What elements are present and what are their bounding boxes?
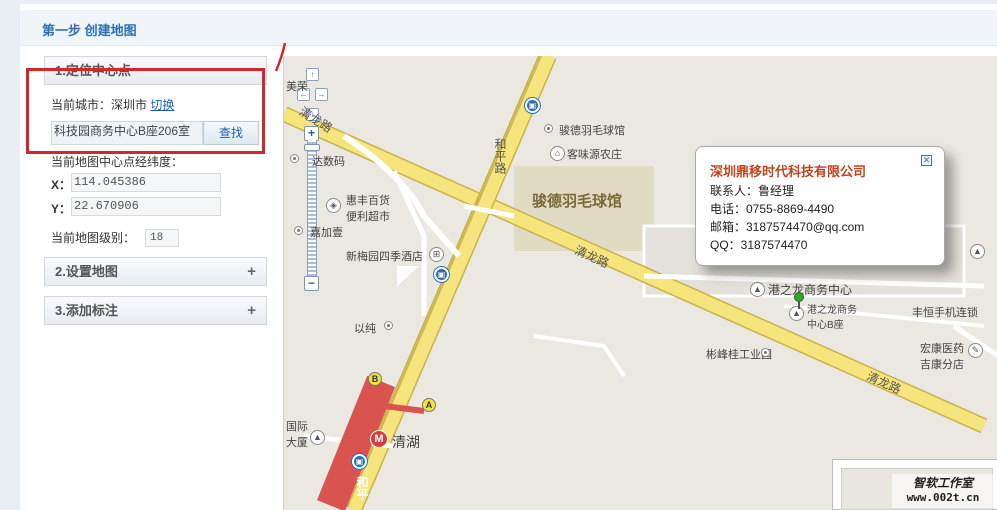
map-level-row: 当前地图级别： 18 [51,225,260,251]
map-level-label: 当前地图级别： [51,231,136,245]
hotel-icon: ⊞ [429,247,444,262]
poi-dot-icon [544,124,553,133]
zoom-out-button[interactable]: − [304,276,319,291]
center-coord-label: 当前地图中心点经纬度： [51,155,184,169]
road-label: 和平路 [493,138,507,174]
poi-label: 清湖 [392,434,420,450]
x-label: X： [51,178,72,192]
building-icon: ▲ [310,430,325,445]
road-label: 和平 [355,476,369,500]
poi-label: 达数码 [312,156,345,168]
info-window-tail [397,266,419,286]
pan-right-button[interactable]: → [315,88,328,101]
map-level-value: 18 [145,229,179,247]
y-value-field: 22.670906 [71,197,221,216]
info-window: 深圳鼎移时代科技有限公司 联系人：鲁经理 电话：0755-8869-4490 邮… [695,146,945,266]
poi-label: 国际 大厦 [286,421,308,449]
poi-dot-icon [294,226,303,235]
zoom-slider-handle[interactable] [304,144,320,151]
company-name: 深圳鼎移时代科技有限公司 [710,164,867,179]
poi-label: 港之龙商务 中心B座 [807,305,857,331]
poi-label: 丰恒手机连锁 [912,307,978,319]
metro-exit-a-icon: A [422,398,436,412]
map-label: 美荣 [286,81,308,93]
shop-icon: ◈ [326,198,341,213]
y-label: Y： [51,202,72,216]
bus-stop-icon: ▣ [525,98,540,113]
step-header: 第一步 创建地图 [20,10,997,46]
poi-label: 港之龙商务中心 [768,283,853,297]
pharmacy-icon: ✎ [968,343,983,358]
location-marker-stem [798,301,800,309]
poi-label: 惠丰百货 便利超市 [346,195,390,223]
close-icon[interactable]: ✕ [921,155,932,166]
poi-dot-icon [384,321,393,330]
restaurant-icon: ⌂ [550,146,565,161]
road-network [284,56,997,510]
panel-title: 2.设置地图 [55,264,118,279]
contact-person: 联系人：鲁经理 [710,184,795,198]
qq-number: QQ：3187574470 [710,238,808,252]
metro-exit-b-icon: B [368,372,382,386]
x-coord-row: X： 114.045386 [51,173,260,195]
building-icon: ▲ [750,282,765,297]
poi-label: 骏德羽毛球馆 [559,125,625,137]
metro-station-icon: M [370,430,388,448]
building-icon: ▲ [970,244,985,259]
bus-stop-icon: ▣ [434,267,449,282]
poi-label: 客味源农庄 [567,149,622,161]
poi-label: 宏康医药 吉康分店 [920,343,964,371]
expand-icon[interactable]: + [247,297,256,325]
poi-label: 新梅园四季酒店 [346,251,423,263]
red-highlight-annotation [26,68,265,154]
panel-title: 3.添加标注 [55,303,118,318]
bus-stop-icon: ▣ [352,454,367,469]
area-label: 骏德羽毛球馆 [532,193,623,210]
watermark: 智软工作室 www.002t.cn [892,474,994,508]
email-address: 邮箱：3187574470@qq.com [710,220,865,234]
phone-number: 电话：0755-8869-4490 [710,202,835,216]
poi-label: 嘉加壹 [310,227,343,239]
poi-dot-icon [761,348,770,357]
panel-add-marker-header[interactable]: 3.添加标注 + [44,296,267,325]
building-icon: ▲ [789,306,804,321]
x-value-field: 114.045386 [71,173,221,192]
step-title: 第一步 创建地图 [42,23,137,38]
expand-icon[interactable]: + [247,258,256,286]
poi-label: 以纯 [354,323,376,335]
map-canvas[interactable]: ↑ ← → ↓ + − 美荣 清龙路 和平路 清龙路 清龙路 和平 ▣ 骏德羽毛… [283,56,997,510]
poi-dot-icon [290,154,299,163]
watermark-text: 智软工作室 [912,476,973,490]
watermark-url: www.002t.cn [906,491,980,504]
y-coord-row: Y： 22.670906 [51,197,260,219]
panel-set-map-header[interactable]: 2.设置地图 + [44,257,267,286]
